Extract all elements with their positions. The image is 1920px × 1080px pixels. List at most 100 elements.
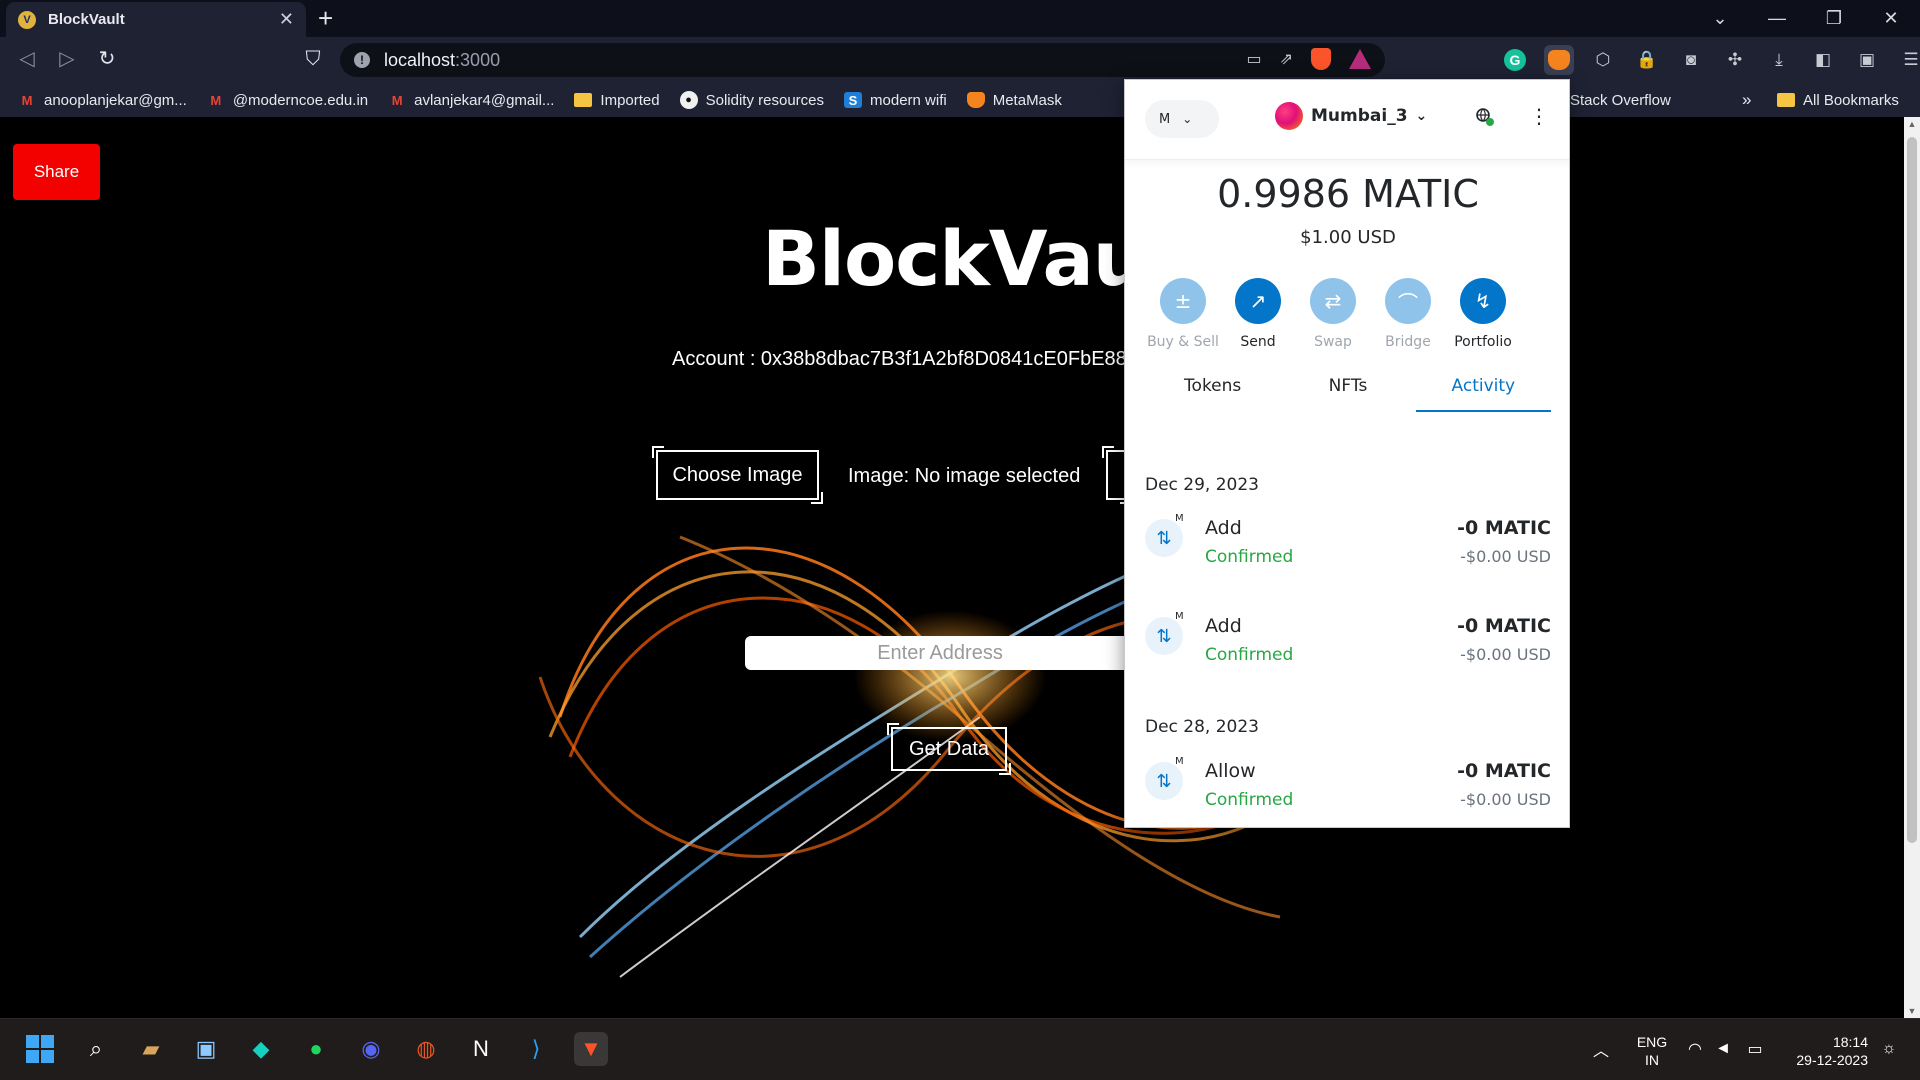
choose-image-button[interactable]: Choose Image	[652, 446, 823, 504]
activity-amount: -0 MATIC	[1457, 517, 1551, 539]
all-bookmarks[interactable]: All Bookmarks	[1777, 83, 1899, 117]
camera-extension-icon[interactable]: ◙	[1676, 45, 1706, 75]
bookmark-label: Imported	[600, 91, 660, 109]
cast-icon[interactable]: ▭	[1246, 49, 1261, 69]
brave-rewards-icon[interactable]	[1349, 49, 1371, 69]
notification-icon[interactable]: ☼	[1872, 1032, 1906, 1066]
scroll-up-icon[interactable]: ▲	[1904, 119, 1920, 129]
search-icon[interactable]: ⌕	[79, 1032, 113, 1066]
tab-nfts[interactable]: NFTs	[1280, 360, 1415, 412]
new-tab-button[interactable]: +	[318, 3, 333, 33]
discord-icon[interactable]: ◉	[354, 1032, 388, 1066]
tab-tokens[interactable]: Tokens	[1145, 360, 1280, 412]
activity-name: Allow	[1205, 760, 1256, 782]
vscode-icon[interactable]: ⟩	[519, 1032, 553, 1066]
photos-app-icon[interactable]: ▣	[189, 1032, 223, 1066]
password-lock-icon[interactable]: 🔒	[1632, 45, 1662, 75]
extensions-area: G ⬡ 🔒 ◙ ✣ ⤓ ◧ ▣ ☰	[1500, 45, 1920, 75]
extensions-puzzle-icon[interactable]: ✣	[1720, 45, 1750, 75]
bridge-button[interactable]: ⌒ Bridge	[1385, 278, 1431, 350]
bookmark-label: avlanjekar4@gmail...	[414, 91, 555, 109]
package-app-icon[interactable]: ▰	[134, 1032, 168, 1066]
forward-button[interactable]: ▷	[52, 45, 82, 73]
account-options-icon[interactable]: ⋮	[1529, 104, 1549, 128]
bookmarks-overflow-button[interactable]: »	[1742, 83, 1751, 117]
activity-fiat: -$0.00 USD	[1460, 645, 1551, 664]
notion-icon[interactable]: N	[464, 1032, 498, 1066]
chevron-up-icon[interactable]: ︿	[1584, 1032, 1618, 1066]
close-tab-icon[interactable]: ✕	[279, 9, 294, 30]
portfolio-button[interactable]: ↯ Portfolio	[1454, 278, 1512, 350]
tab-title: BlockVault	[48, 11, 125, 28]
address-input[interactable]	[745, 636, 1135, 670]
network-selector[interactable]: M ⌄	[1145, 100, 1219, 138]
bookmark-page-icon[interactable]: ⛉	[298, 45, 328, 73]
bookmark-item[interactable]: Mavlanjekar4@gmail...	[388, 91, 555, 109]
url-host: localhost	[384, 49, 456, 70]
tab-blockvault[interactable]: V BlockVault ✕	[6, 2, 306, 37]
connected-sites-icon[interactable]	[1475, 107, 1495, 127]
reload-button[interactable]: ↻	[92, 45, 122, 73]
activity-item[interactable]: ⇅ M Allow Confirmed -0 MATIC -$0.00 USD	[1145, 756, 1551, 826]
scrollbar-thumb[interactable]	[1907, 137, 1917, 843]
activity-status: Confirmed	[1205, 645, 1294, 665]
action-label: Bridge	[1385, 334, 1431, 350]
bookmark-item[interactable]: Imported	[574, 91, 660, 109]
buy-sell-button[interactable]: ± Buy & Sell	[1147, 278, 1219, 350]
site-info-icon[interactable]: !	[354, 52, 370, 68]
bookmark-item[interactable]: ● Solidity resources	[679, 91, 824, 109]
activity-item[interactable]: ⇅ M Add Confirmed -0 MATIC -$0.00 USD	[1145, 611, 1551, 681]
close-window-button[interactable]: ✕	[1871, 4, 1911, 32]
share-button[interactable]: Share	[13, 144, 100, 200]
bookmark-stack-overflow[interactable]: Stack Overflow	[1570, 83, 1671, 117]
brave-browser-icon[interactable]: ▼	[574, 1032, 608, 1066]
system-clock[interactable]: 18:14 29-12-2023	[1780, 1033, 1868, 1069]
start-button[interactable]	[23, 1032, 57, 1066]
downloads-icon[interactable]: ⤓	[1764, 45, 1794, 75]
input-language[interactable]: ENG IN	[1632, 1033, 1672, 1069]
brave-shields-icon[interactable]	[1311, 48, 1331, 70]
plus-minus-icon: ±	[1160, 278, 1206, 324]
ubuntu-icon[interactable]: ◍	[409, 1032, 443, 1066]
action-label: Portfolio	[1454, 334, 1512, 350]
chevron-down-icon: ⌄	[1182, 112, 1193, 126]
scroll-down-icon[interactable]: ▼	[1904, 1006, 1920, 1016]
battery-icon[interactable]: ▭	[1738, 1032, 1772, 1066]
restore-button[interactable]: ❐	[1814, 4, 1854, 32]
bookmark-item[interactable]: MetaMask	[966, 92, 1062, 109]
tab-activity[interactable]: Activity	[1415, 360, 1551, 412]
back-button[interactable]: ◁	[12, 45, 42, 73]
network-badge: M	[1175, 513, 1184, 524]
url-port: :3000	[455, 49, 501, 70]
sidebar-toggle-icon[interactable]: ◧	[1808, 45, 1838, 75]
bookmark-item[interactable]: Manooplanjekar@gm...	[18, 92, 187, 109]
chevron-down-icon: ⌄	[1415, 108, 1428, 124]
activity-status: Confirmed	[1205, 790, 1294, 810]
action-label: Swap	[1314, 334, 1352, 350]
swap-button[interactable]: ⇄ Swap	[1310, 278, 1356, 350]
blockvault-favicon-icon: V	[18, 10, 36, 29]
spotify-icon[interactable]: ●	[299, 1032, 333, 1066]
wallet-icon[interactable]: ▣	[1852, 45, 1882, 75]
get-data-button[interactable]: Get Data	[887, 723, 1011, 775]
page-scrollbar[interactable]: ▲ ▼	[1904, 117, 1920, 1018]
tab-search-chevron-icon[interactable]: ⌄	[1700, 4, 1740, 32]
volume-icon[interactable]: ◄	[1706, 1032, 1740, 1066]
browser-menu-icon[interactable]: ☰	[1896, 45, 1920, 75]
address-bar[interactable]: ! localhost:3000 ▭ ⇗	[340, 43, 1385, 77]
cube-extension-icon[interactable]: ⬡	[1588, 45, 1618, 75]
send-button[interactable]: ↗ Send	[1235, 278, 1281, 350]
bookmark-label: anooplanjekar@gm...	[44, 91, 187, 109]
metamask-extension-icon[interactable]	[1544, 45, 1574, 75]
activity-name: Add	[1205, 615, 1242, 637]
minimize-button[interactable]: —	[1757, 4, 1797, 32]
bookmark-item[interactable]: Smodern wifi	[844, 92, 947, 109]
activity-item[interactable]: ⇅ M Add Confirmed -0 MATIC -$0.00 USD	[1145, 513, 1551, 583]
share-page-icon[interactable]: ⇗	[1280, 49, 1293, 69]
upload-button[interactable]	[1102, 446, 1132, 504]
account-selector[interactable]: Mumbai_3 ⌄	[1275, 102, 1427, 130]
grammarly-icon[interactable]: G	[1500, 45, 1530, 75]
token-balance: 0.9986 MATIC	[1217, 172, 1479, 216]
bookmark-item[interactable]: M @moderncoe.edu.in	[207, 92, 368, 109]
cube-app-icon[interactable]: ◆	[244, 1032, 278, 1066]
